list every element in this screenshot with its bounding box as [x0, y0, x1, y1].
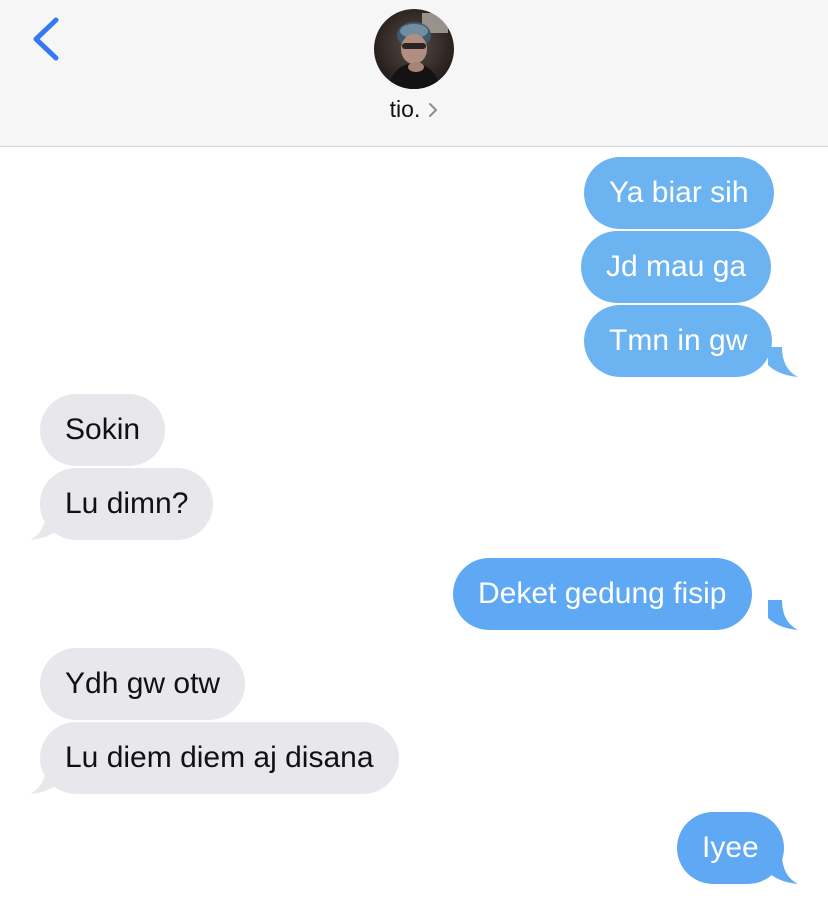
- avatar-photo: [374, 9, 454, 89]
- chevron-left-icon: [33, 17, 59, 61]
- back-button[interactable]: [22, 14, 72, 70]
- outgoing-bubble-tail: [768, 854, 798, 884]
- outgoing-message[interactable]: Ya biar sih: [584, 157, 774, 229]
- message-thread[interactable]: Ya biar sih Jd mau ga Tmn in gw Sokin Lu…: [0, 147, 828, 910]
- incoming-message[interactable]: Lu dimn?: [40, 468, 214, 540]
- contact-name-button[interactable]: tio.: [0, 96, 828, 124]
- incoming-bubble-tail: [30, 510, 60, 540]
- outgoing-message[interactable]: Deket gedung fisip: [453, 558, 752, 630]
- chevron-right-icon: [428, 97, 438, 124]
- outgoing-bubble-tail: [768, 600, 798, 630]
- conversation-header: tio.: [0, 0, 828, 147]
- outgoing-message[interactable]: Tmn in gw: [584, 305, 773, 377]
- incoming-message[interactable]: Sokin: [40, 394, 166, 466]
- outgoing-message[interactable]: Jd mau ga: [581, 231, 772, 303]
- incoming-message[interactable]: Lu diem diem aj disana: [40, 722, 399, 794]
- outgoing-bubble-tail: [768, 347, 798, 377]
- incoming-bubble-tail: [30, 764, 60, 794]
- contact-avatar[interactable]: [374, 9, 454, 89]
- contact-name: tio.: [389, 96, 421, 122]
- incoming-message[interactable]: Ydh gw otw: [40, 648, 246, 720]
